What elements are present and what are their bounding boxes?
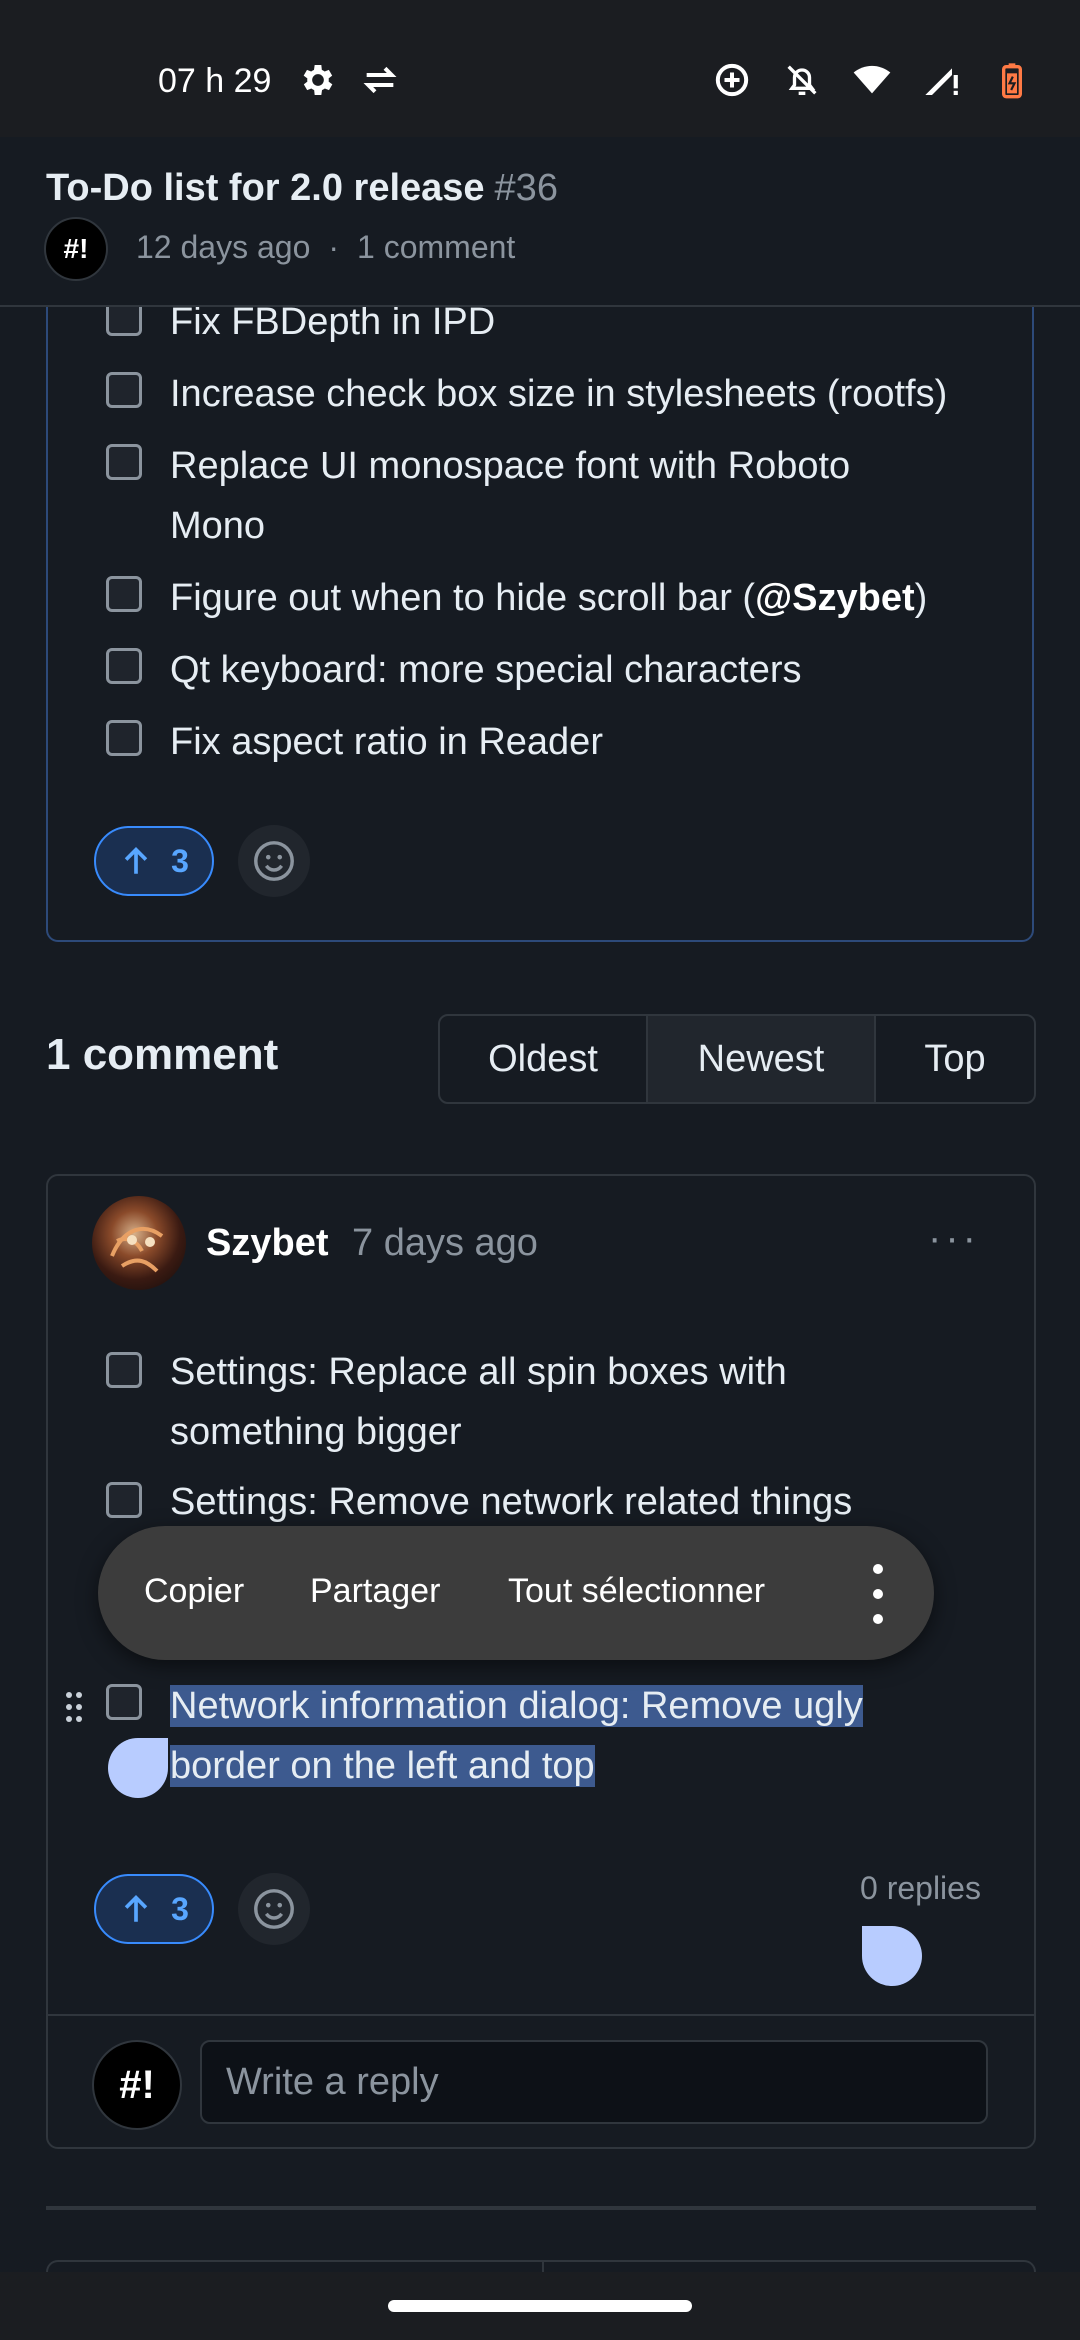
status-bar: 07 h 29 bbox=[0, 0, 1080, 137]
upvote-button[interactable]: 3 bbox=[94, 826, 214, 896]
commenter-avatar[interactable] bbox=[92, 1196, 186, 1290]
comment-time: 7 days ago bbox=[352, 1222, 538, 1264]
avatar-image bbox=[110, 1226, 164, 1273]
issue-age: 12 days ago bbox=[136, 229, 311, 265]
arrow-up-icon bbox=[124, 847, 148, 874]
data-saver-icon bbox=[715, 63, 749, 97]
task-text: Settings: Replace all spin boxes with so… bbox=[170, 1351, 787, 1453]
upvote-button[interactable]: 3 bbox=[94, 1874, 214, 1944]
reply-divider bbox=[46, 2014, 1036, 2016]
selection-start-handle[interactable] bbox=[108, 1738, 168, 1798]
task-text: Qt keyboard: more special characters bbox=[170, 649, 802, 691]
task-checkbox[interactable] bbox=[106, 648, 142, 684]
task-checkbox[interactable] bbox=[106, 1482, 142, 1518]
share-menu-item[interactable]: Partager bbox=[310, 1572, 440, 1611]
wifi-icon bbox=[853, 65, 891, 94]
comment-card bbox=[46, 1174, 1036, 2149]
notifications-off-icon bbox=[787, 65, 817, 95]
arrow-up-icon bbox=[124, 1895, 148, 1922]
smiley-icon bbox=[254, 841, 294, 881]
add-reaction-button[interactable] bbox=[238, 825, 310, 897]
task-checkbox[interactable] bbox=[106, 1352, 142, 1388]
issue-title: To-Do list for 2.0 release #36 bbox=[46, 167, 558, 209]
comment-sort-group: Oldest Newest Top bbox=[438, 1014, 1036, 1104]
upvote-count: 3 bbox=[171, 842, 189, 879]
task-text: Replace UI monospace font with Roboto Mo… bbox=[170, 445, 851, 547]
data-transfer-icon bbox=[363, 66, 397, 94]
issue-comment-count: 1 comment bbox=[357, 229, 516, 265]
home-gesture-pill[interactable] bbox=[388, 2300, 692, 2312]
user-mention[interactable]: @Szybet bbox=[755, 577, 915, 619]
task-text-selected[interactable]: Network information dialog: Remove ugly … bbox=[170, 1676, 1000, 1796]
status-time: 07 h 29 bbox=[158, 62, 272, 100]
task-text: Fix aspect ratio in Reader bbox=[170, 721, 603, 763]
signal-icon bbox=[925, 68, 958, 95]
section-divider bbox=[46, 2206, 1036, 2210]
more-vertical-icon[interactable] bbox=[858, 1564, 898, 1624]
task-checkbox[interactable] bbox=[106, 1684, 142, 1720]
task-checkbox[interactable] bbox=[106, 576, 142, 612]
comment-author[interactable]: Szybet bbox=[206, 1222, 328, 1265]
text-selection-menu: Copier Partager Tout sélectionner bbox=[98, 1526, 934, 1660]
current-user-avatar: #! bbox=[92, 2040, 182, 2130]
issue-number: #36 bbox=[494, 167, 558, 209]
gear-icon bbox=[303, 65, 333, 95]
task-text: Settings: Remove network related things bbox=[170, 1481, 853, 1523]
more-horizontal-icon: ··· bbox=[928, 1216, 980, 1260]
replies-count[interactable]: 0 replies bbox=[860, 1870, 981, 1907]
add-reaction-button[interactable] bbox=[238, 1873, 310, 1945]
task-text: Figure out when to hide scroll bar (@Szy… bbox=[170, 577, 928, 619]
meta-separator: · bbox=[328, 229, 340, 265]
comment-more-button[interactable]: ··· bbox=[928, 1216, 980, 1261]
author-avatar[interactable]: #! bbox=[44, 217, 108, 281]
select-all-menu-item[interactable]: Tout sélectionner bbox=[508, 1572, 765, 1611]
smiley-icon bbox=[254, 1889, 294, 1929]
upvote-count: 3 bbox=[171, 1890, 189, 1927]
task-text: Increase check box size in stylesheets (… bbox=[170, 373, 948, 415]
issue-header: To-Do list for 2.0 release #36 #! 12 days… bbox=[0, 137, 1080, 307]
sort-top-button[interactable]: Top bbox=[876, 1016, 1034, 1102]
sort-oldest-button[interactable]: Oldest bbox=[440, 1016, 648, 1102]
comments-count-heading: 1 comment bbox=[46, 1030, 279, 1079]
battery-icon bbox=[1002, 63, 1022, 99]
copy-menu-item[interactable]: Copier bbox=[144, 1572, 244, 1611]
reply-input[interactable] bbox=[200, 2040, 988, 2124]
task-checkbox[interactable] bbox=[106, 372, 142, 408]
drag-handle-icon[interactable] bbox=[64, 1690, 84, 1724]
issue-meta: 12 days ago · 1 comment bbox=[136, 229, 515, 266]
sort-newest-button[interactable]: Newest bbox=[648, 1016, 876, 1102]
task-checkbox[interactable] bbox=[106, 444, 142, 480]
selection-end-handle[interactable] bbox=[862, 1926, 922, 1986]
task-checkbox[interactable] bbox=[106, 720, 142, 756]
